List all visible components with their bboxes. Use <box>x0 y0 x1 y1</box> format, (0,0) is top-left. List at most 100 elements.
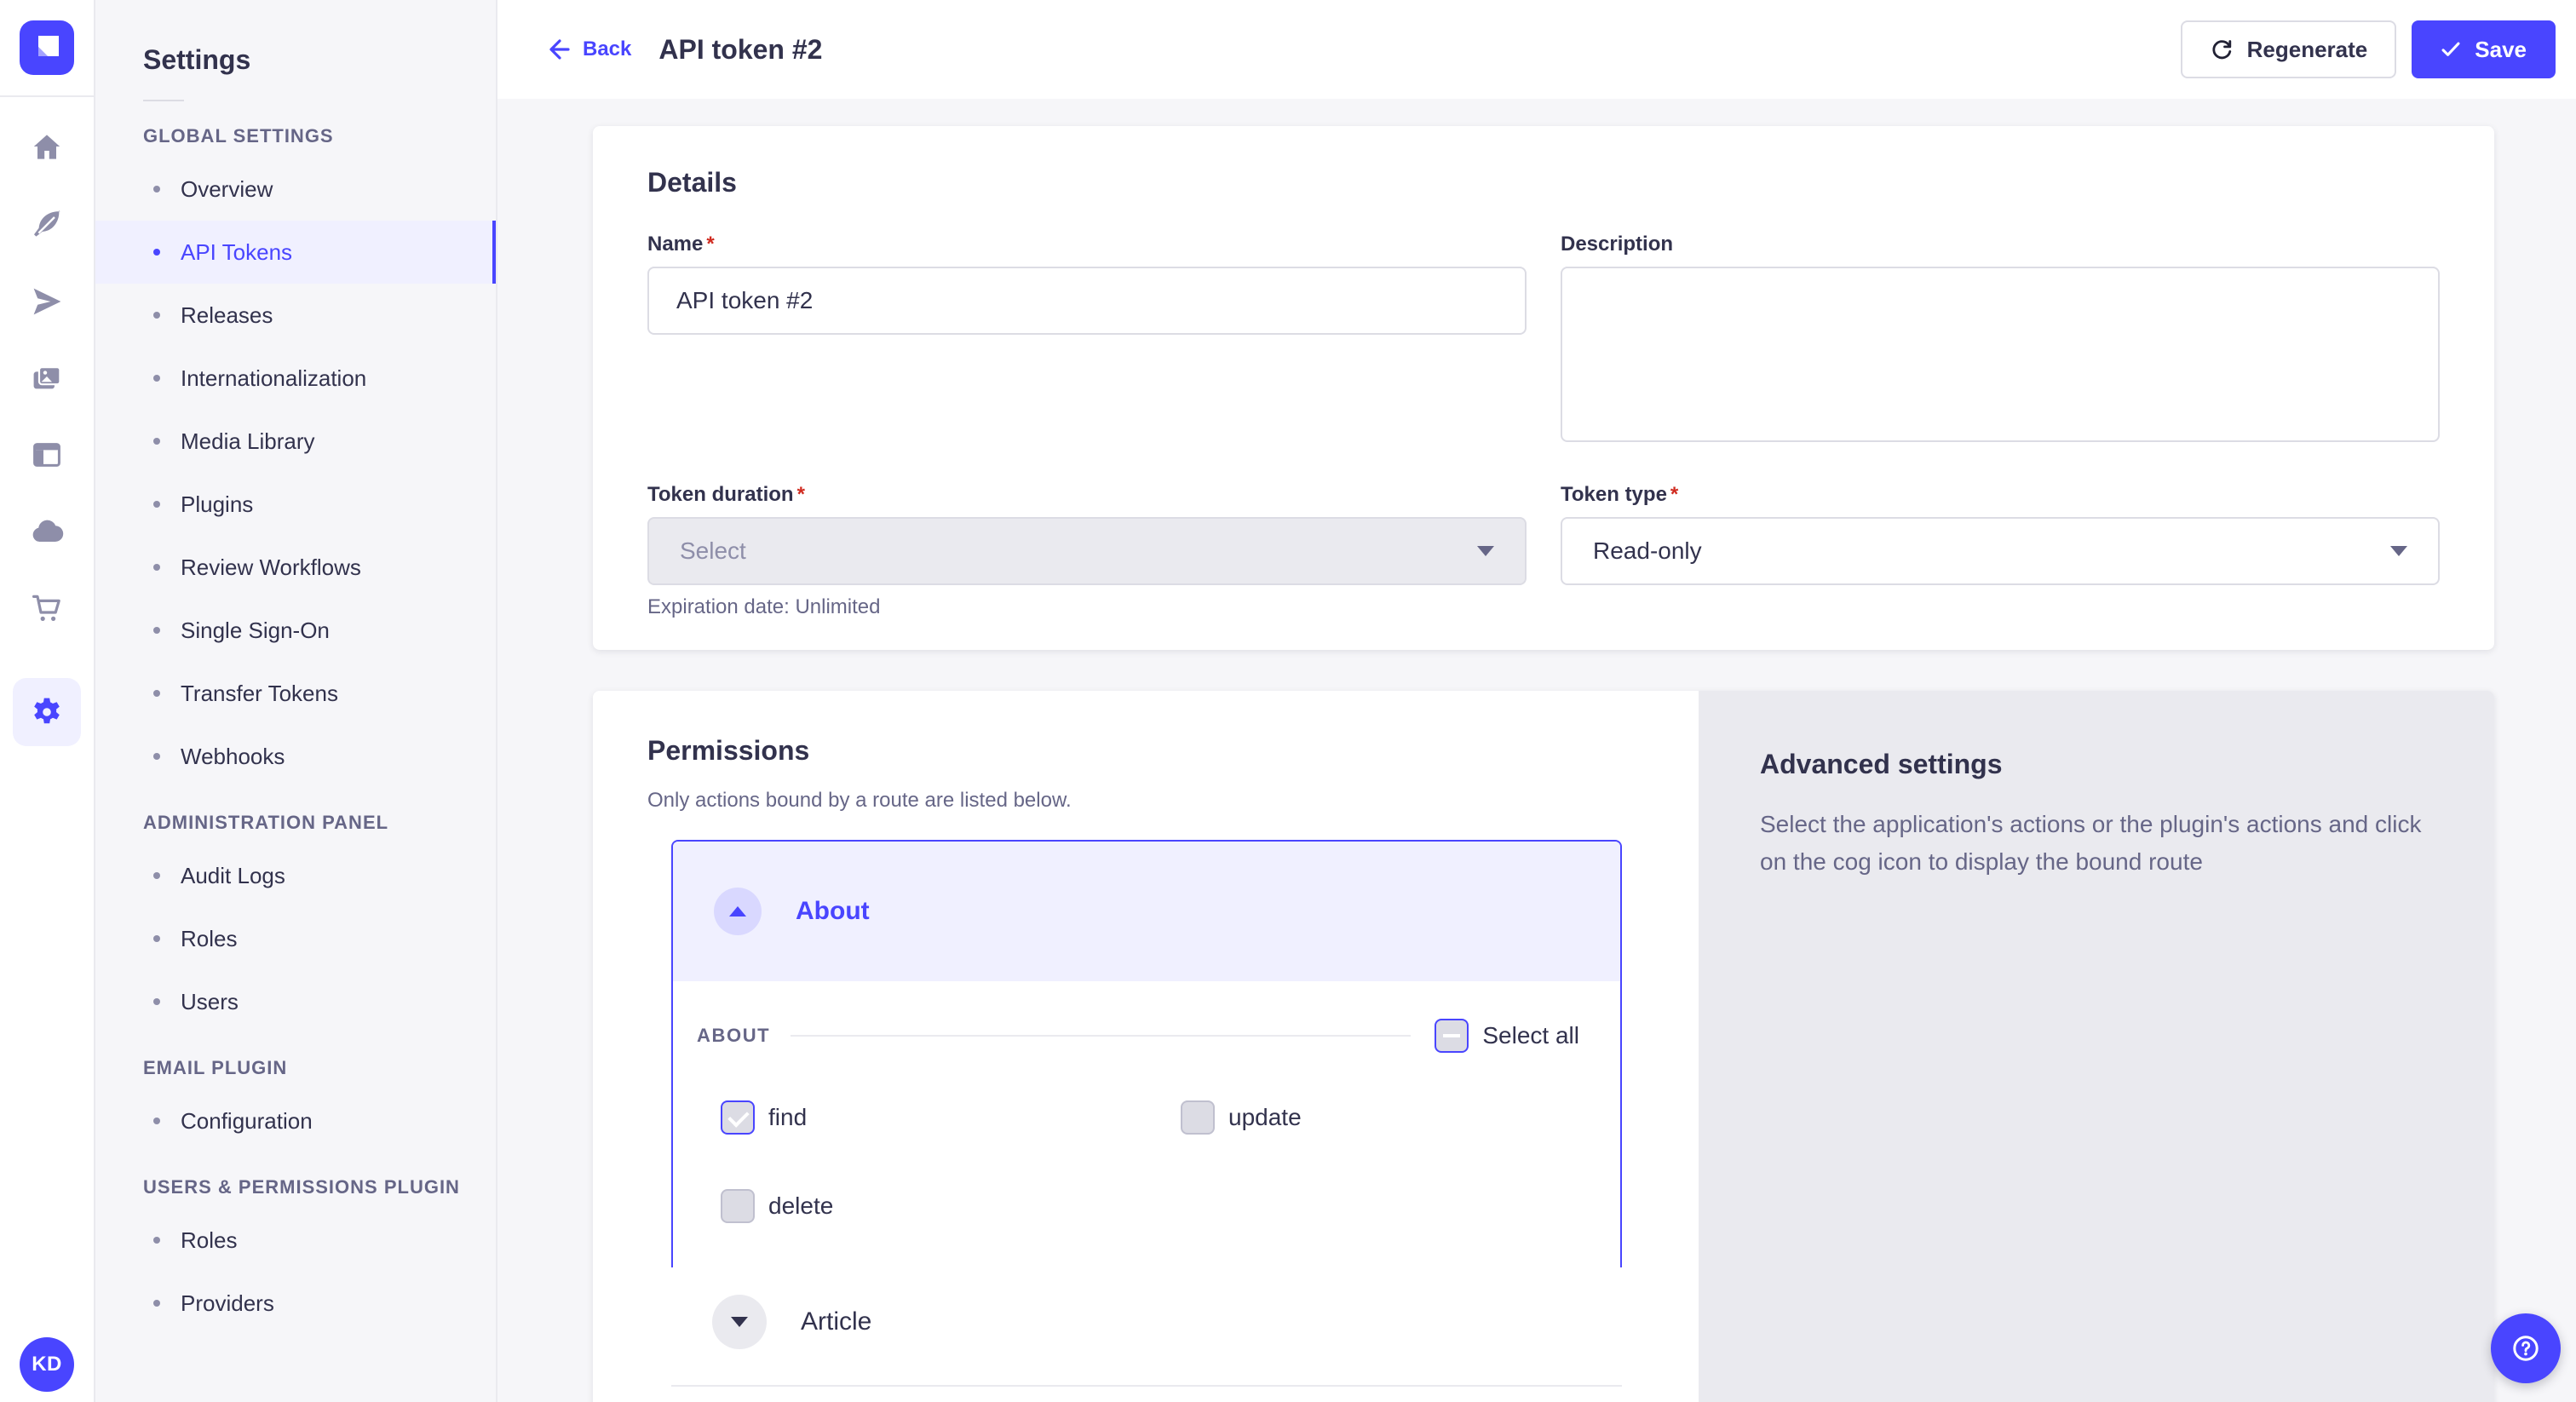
bullet-icon <box>153 935 160 942</box>
description-textarea[interactable] <box>1561 267 2440 442</box>
sidebar-item-review-workflows[interactable]: Review Workflows <box>95 536 496 599</box>
sidebar-item-providers[interactable]: Providers <box>95 1272 496 1335</box>
find-checkbox[interactable] <box>721 1100 755 1135</box>
sidebar-item-overview[interactable]: Overview <box>95 158 496 221</box>
help-button[interactable] <box>2491 1313 2561 1383</box>
expand-toggle-button[interactable] <box>712 1295 767 1349</box>
select-all-checkbox[interactable] <box>1435 1019 1469 1053</box>
settings-gear-icon[interactable] <box>13 678 81 746</box>
delete-checkbox[interactable] <box>721 1189 755 1223</box>
bullet-icon <box>153 564 160 571</box>
page-content: Details Name* Description <box>497 99 2576 1402</box>
sidebar-item-up-roles[interactable]: Roles <box>95 1209 496 1272</box>
bullet-icon <box>153 249 160 256</box>
collapse-toggle-button[interactable] <box>714 888 762 935</box>
sidebar-item-label: API Tokens <box>181 239 292 266</box>
refresh-icon <box>2210 37 2234 61</box>
bullet-icon <box>153 375 160 382</box>
accordion-about: About ABOUT Select all <box>671 840 1622 1267</box>
cloud-icon[interactable] <box>30 514 64 549</box>
token-duration-label: Token duration* <box>647 483 1527 507</box>
settings-title: Settings <box>143 44 496 76</box>
sidebar-item-internationalization[interactable]: Internationalization <box>95 347 496 410</box>
bullet-icon <box>153 438 160 445</box>
sidebar-item-transfer-tokens[interactable]: Transfer Tokens <box>95 662 496 725</box>
user-avatar[interactable]: KD <box>20 1337 74 1392</box>
release-paper-plane-icon[interactable] <box>30 284 64 319</box>
sidebar-item-label: Media Library <box>181 428 315 455</box>
accordion-about-title: About <box>796 897 870 926</box>
update-checkbox[interactable] <box>1181 1100 1215 1135</box>
chevron-down-icon <box>1477 546 1494 556</box>
sidebar-item-label: Users <box>181 989 239 1015</box>
group-divider <box>791 1035 1411 1037</box>
description-label: Description <box>1561 233 2440 256</box>
expiration-hint: Expiration date: Unlimited <box>647 595 1527 619</box>
strapi-logo[interactable] <box>20 20 74 75</box>
required-marker: * <box>797 483 805 507</box>
sidebar-item-label: Audit Logs <box>181 863 285 889</box>
section-label-email-plugin: EMAIL PLUGIN <box>143 1057 496 1079</box>
sidebar-item-api-tokens[interactable]: API Tokens <box>95 221 496 284</box>
sidebar-item-label: Webhooks <box>181 744 285 770</box>
sidebar-item-email-configuration[interactable]: Configuration <box>95 1089 496 1152</box>
content-type-builder-icon[interactable] <box>30 438 64 472</box>
settings-sidebar: Settings GLOBAL SETTINGS Overview API To… <box>95 0 497 1402</box>
token-type-select[interactable]: Read-only <box>1561 517 2440 585</box>
sidebar-item-label: Review Workflows <box>181 554 361 581</box>
back-label: Back <box>583 37 631 61</box>
back-link[interactable]: Back <box>545 36 631 63</box>
page-header: Back API token #2 Regenerate Save <box>497 0 2576 99</box>
sidebar-item-single-sign-on[interactable]: Single Sign-On <box>95 599 496 662</box>
token-duration-select[interactable]: Select <box>647 517 1527 585</box>
select-all-label: Select all <box>1482 1022 1579 1049</box>
sidebar-item-users[interactable]: Users <box>95 970 496 1033</box>
sidebar-item-releases[interactable]: Releases <box>95 284 496 347</box>
sidebar-item-label: Providers <box>181 1290 274 1317</box>
icon-rail: KD <box>0 0 95 1402</box>
regenerate-button[interactable]: Regenerate <box>2181 20 2397 78</box>
chevron-down-icon <box>2390 546 2407 556</box>
check-icon <box>2441 39 2461 60</box>
advanced-settings-description: Select the application's actions or the … <box>1760 806 2433 881</box>
sidebar-item-plugins[interactable]: Plugins <box>95 473 496 536</box>
name-field-group: Name* <box>647 233 1527 449</box>
permissions-heading: Permissions <box>647 735 1644 767</box>
regenerate-label: Regenerate <box>2247 37 2368 63</box>
strapi-logo-icon <box>20 20 74 75</box>
bullet-icon <box>153 501 160 508</box>
sidebar-item-label: Overview <box>181 176 273 203</box>
name-label: Name* <box>647 233 1527 256</box>
action-row-delete: delete <box>721 1189 1181 1223</box>
content-manager-feather-icon[interactable] <box>30 208 64 242</box>
token-duration-field-group: Token duration* Select Expiration date: … <box>647 483 1527 619</box>
accordion-about-body: ABOUT Select all <box>673 981 1620 1267</box>
marketplace-cart-icon[interactable] <box>30 591 64 625</box>
name-input[interactable] <box>647 267 1527 335</box>
save-label: Save <box>2475 37 2527 63</box>
sidebar-item-media-library[interactable]: Media Library <box>95 410 496 473</box>
media-library-icon[interactable] <box>30 361 64 395</box>
sidebar-item-audit-logs[interactable]: Audit Logs <box>95 844 496 907</box>
main-area: Back API token #2 Regenerate Save <box>497 0 2576 1402</box>
sidebar-item-webhooks[interactable]: Webhooks <box>95 725 496 788</box>
sidebar-item-admin-roles[interactable]: Roles <box>95 907 496 970</box>
permissions-panel: Permissions Only actions bound by a rout… <box>593 691 1699 1402</box>
bullet-icon <box>153 1118 160 1124</box>
token-type-label: Token type* <box>1561 483 2440 507</box>
save-button[interactable]: Save <box>2412 20 2556 78</box>
find-label: find <box>768 1104 807 1131</box>
about-group-label: ABOUT <box>697 1025 770 1047</box>
accordion-article-header[interactable]: Article <box>671 1267 1622 1376</box>
sidebar-item-label: Roles <box>181 1227 237 1254</box>
accordion-about-header[interactable]: About <box>673 842 1620 981</box>
bullet-icon <box>153 753 160 760</box>
sidebar-item-label: Single Sign-On <box>181 618 330 644</box>
settings-title-divider <box>143 100 184 101</box>
details-card: Details Name* Description <box>593 126 2494 650</box>
home-icon[interactable] <box>30 131 64 165</box>
details-heading: Details <box>647 167 2440 198</box>
about-actions-grid: find update delete <box>697 1100 1579 1223</box>
permissions-subtitle: Only actions bound by a route are listed… <box>647 789 1644 813</box>
bullet-icon <box>153 186 160 192</box>
